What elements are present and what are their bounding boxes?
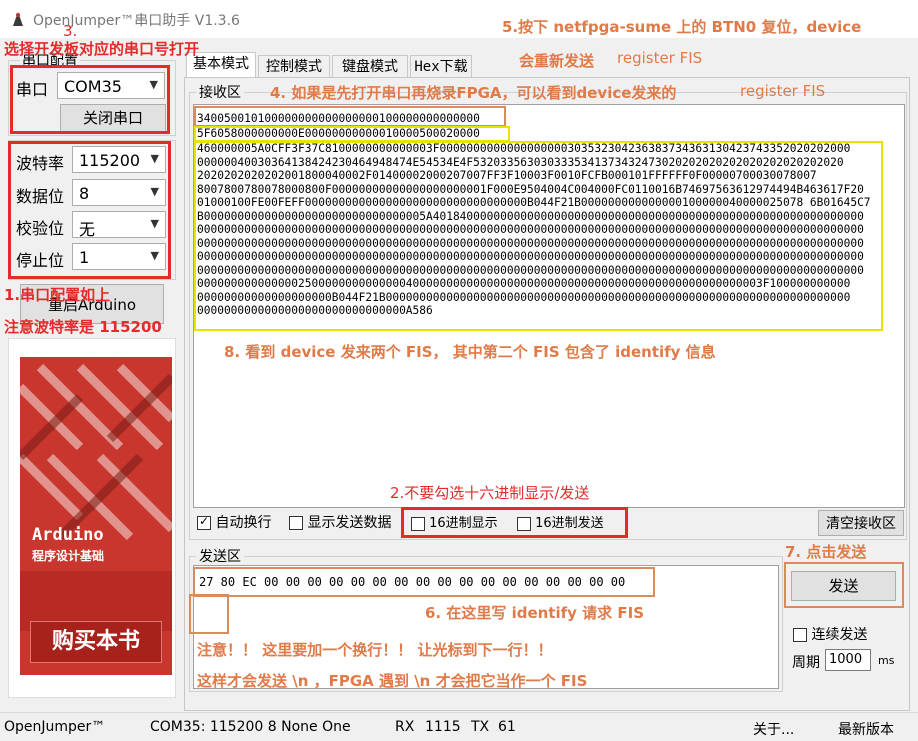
annotation-note-1: 注意！！ 这里要加一个换行！！ 让光标到下一行！！: [197, 641, 553, 659]
app-logo-icon: [13, 12, 23, 26]
auto-wrap-checkbox[interactable]: 自动换行: [197, 512, 271, 532]
book-title-en: Arduino: [32, 525, 104, 545]
status-rx-label: RX: [395, 719, 415, 735]
tab-keyboard-mode[interactable]: 键盘模式: [332, 55, 408, 77]
show-sent-checkbox[interactable]: 显示发送数据: [289, 512, 391, 532]
period-input[interactable]: 1000: [825, 649, 871, 671]
buy-book-button[interactable]: 购买本书: [30, 621, 162, 663]
book-title-cn: 程序设计基础: [32, 549, 105, 563]
status-port-info: COM35: 115200 8 None One: [150, 719, 351, 735]
annotation-box-send-button: [784, 562, 904, 608]
annotation-1-line2: 注意波特率是 115200: [4, 318, 162, 336]
continuous-send-checkbox[interactable]: 连续发送: [793, 624, 867, 644]
show-sent-label: 显示发送数据: [307, 515, 392, 531]
tab-control-mode[interactable]: 控制模式: [258, 55, 330, 77]
checkbox-icon: [793, 628, 807, 642]
status-tx-label: TX: [471, 719, 490, 735]
annotation-box-params: [8, 141, 171, 279]
annotation-6: 6. 在这里写 identify 请求 FIS: [425, 604, 645, 622]
tab-hex-download[interactable]: Hex下载: [410, 55, 472, 77]
annotation-5-line1: 5.按下 netfpga-sume 上的 BTN0 复位，device: [502, 18, 862, 36]
annotation-2: 2.不要勾选十六进制显示/发送: [390, 484, 590, 502]
annotation-note-2: 这样才会发送 \n ，FPGA 遇到 \n 才会把它当作一个 FIS: [197, 672, 588, 690]
book-cover-image[interactable]: Arduino 程序设计基础 购买本书: [20, 357, 172, 675]
period-unit: ms: [878, 654, 895, 667]
annotation-box-port: [10, 65, 170, 134]
checkbox-icon: [289, 516, 303, 530]
continuous-send-label: 连续发送: [811, 627, 868, 643]
annotation-box-first-fis: [194, 106, 506, 127]
annotation-1-line1: 1.串口配置如上: [4, 286, 111, 304]
annotation-box-newline: [189, 594, 229, 634]
send-group-title: 发送区: [196, 546, 244, 566]
status-brand: OpenJumper™: [4, 719, 106, 735]
status-rx-value: 1115: [425, 719, 461, 735]
latest-version-link[interactable]: 最新版本: [838, 719, 894, 739]
clear-receive-button[interactable]: 清空接收区: [818, 510, 904, 536]
period-label: 周期: [792, 655, 820, 671]
annotation-box-hex: [401, 507, 628, 538]
annotation-4-tail: register FIS: [740, 82, 826, 100]
annotation-8: 8. 看到 device 发来两个 FIS， 其中第二个 FIS 包含了 ide…: [224, 343, 716, 361]
about-link[interactable]: 关于...: [753, 719, 794, 739]
annotation-4: 4. 如果是先打开串口再烧录FPGA，可以看到device发来的: [270, 84, 677, 102]
annotation-box-second-fis: [194, 141, 883, 331]
annotation-3: 选择开发板对应的串口号打开: [4, 40, 200, 58]
status-tx-value: 61: [498, 719, 516, 735]
annotation-box-second-fis-head: [194, 126, 510, 142]
checkbox-checked-icon: [197, 514, 211, 530]
receive-group-title: 接收区: [196, 82, 244, 102]
annotation-7: 7. 点击发送: [785, 543, 867, 561]
status-bar: OpenJumper™ COM35: 115200 8 None One RX …: [0, 712, 918, 741]
annotation-5-tail: register FIS: [617, 49, 703, 67]
annotation-5-line2: 会重新发送: [519, 52, 595, 70]
auto-wrap-label: 自动换行: [215, 515, 272, 531]
annotation-box-send-content: [193, 567, 655, 597]
